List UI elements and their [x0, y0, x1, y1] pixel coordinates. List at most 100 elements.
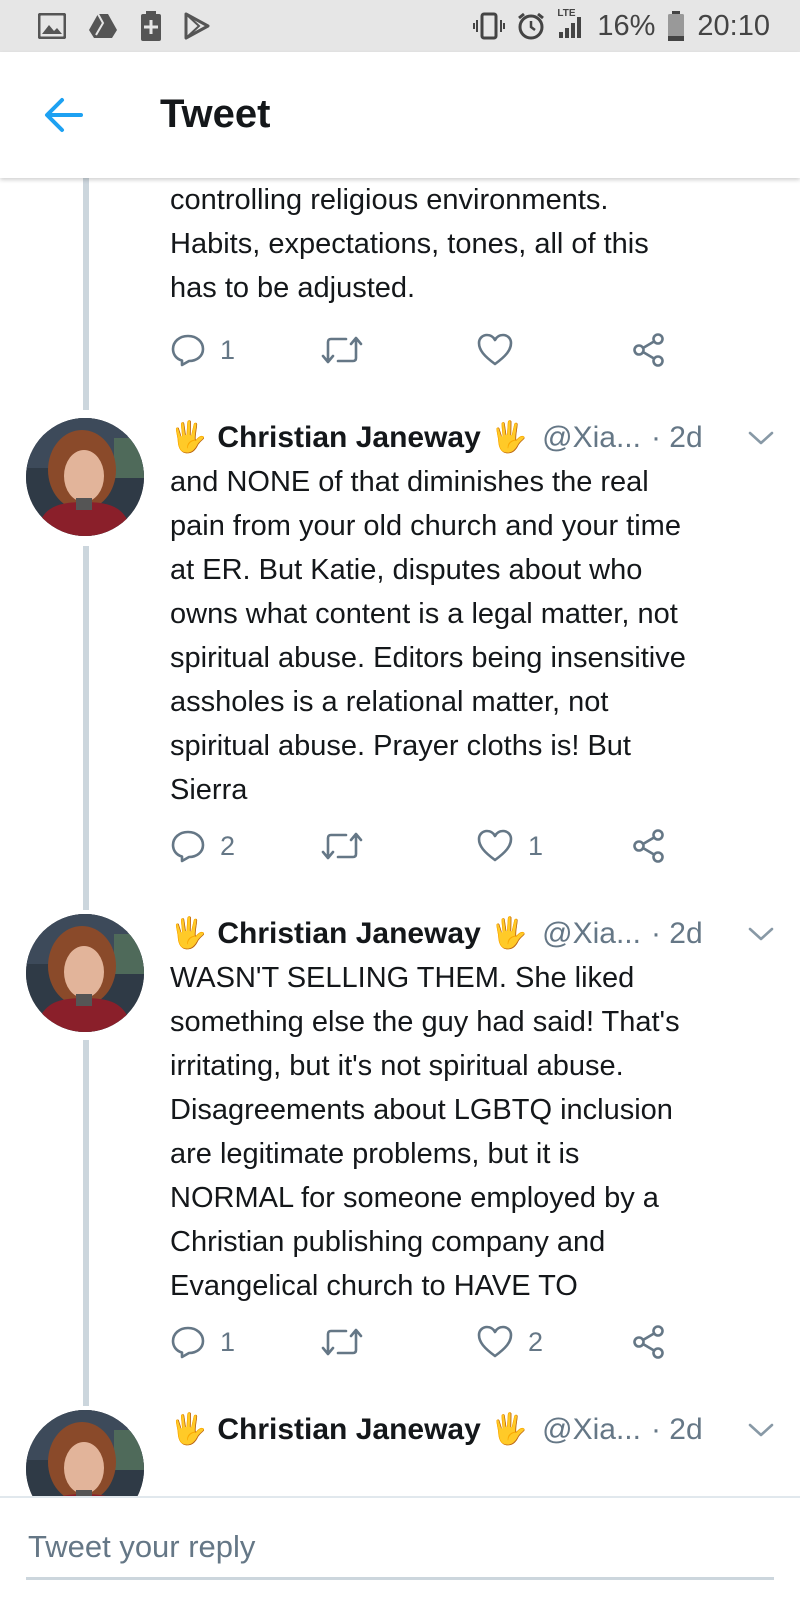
- share-icon: [633, 333, 664, 367]
- vulcan-salute-emoji: 🖐: [170, 917, 208, 950]
- tweet-body: WASN'T SELLING THEM. She liked something…: [170, 956, 780, 1308]
- vulcan-salute-emoji: 🖐: [490, 1413, 529, 1446]
- tweet-text-line: Disagreements about LGBTQ inclusion: [170, 1094, 673, 1126]
- vulcan-salute-emoji: 🖐: [170, 1413, 208, 1446]
- tweet-text-line: irritating, but it's not spiritual abuse…: [170, 1050, 624, 1082]
- status-bar: LTE 16% 20:10: [0, 0, 800, 52]
- back-arrow-icon: [45, 98, 83, 132]
- thread-line: [83, 1040, 89, 1406]
- share-button[interactable]: [630, 824, 668, 868]
- battery-icon: [667, 11, 685, 41]
- retweet-button[interactable]: [320, 1320, 378, 1364]
- tweet-actions: 2 1: [170, 824, 690, 868]
- tweet-actions: 1: [170, 328, 690, 372]
- alarm-icon: [517, 12, 545, 40]
- share-button[interactable]: [630, 1320, 668, 1364]
- heart-icon: [477, 829, 513, 862]
- reply-bar: [0, 1496, 800, 1600]
- tweet-text-line: owns what content is a legal matter, not: [170, 598, 678, 630]
- retweet-button[interactable]: [320, 824, 378, 868]
- like-button[interactable]: [476, 328, 528, 372]
- share-button[interactable]: [630, 328, 668, 372]
- retweet-button[interactable]: [320, 328, 378, 372]
- retweet-icon: [321, 336, 363, 364]
- clock: 20:10: [697, 9, 770, 42]
- display-name[interactable]: Christian Janeway: [217, 917, 480, 951]
- tweet-header: 🖐 Christian Janeway 🖐 @Xia... · 2d: [170, 416, 703, 460]
- reply-button[interactable]: 1: [170, 1320, 235, 1364]
- back-button[interactable]: [36, 88, 90, 142]
- display-name[interactable]: Christian Janeway: [217, 1413, 480, 1447]
- display-name[interactable]: Christian Janeway: [217, 421, 480, 455]
- like-button[interactable]: 1: [476, 824, 543, 868]
- chevron-down-icon: [748, 431, 774, 445]
- heart-icon: [477, 333, 513, 366]
- retweet-icon: [321, 832, 363, 860]
- reply-icon: [171, 334, 205, 367]
- play-store-icon: [184, 12, 210, 40]
- reply-icon: [171, 1326, 205, 1359]
- user-handle[interactable]: @Xia...: [542, 917, 641, 951]
- page-title: Tweet: [160, 92, 271, 136]
- heart-icon: [477, 1325, 513, 1358]
- reply-button[interactable]: 1: [170, 328, 235, 372]
- reply-input[interactable]: [26, 1516, 774, 1580]
- tweet-text-line: has to be adjusted.: [170, 272, 416, 304]
- tweet-text-line: controlling religious environments.: [170, 184, 609, 216]
- tweet-header: 🖐 Christian Janeway 🖐 @Xia... · 2d: [170, 912, 703, 956]
- tweet-text-line: NORMAL for someone employed by a: [170, 1182, 659, 1214]
- vulcan-salute-emoji: 🖐: [490, 421, 529, 454]
- tweet-timestamp[interactable]: · 2d: [651, 421, 703, 455]
- thread-line: [83, 546, 89, 910]
- image-icon: [38, 13, 66, 39]
- tweet-timestamp[interactable]: · 2d: [651, 917, 703, 951]
- reply-count: 1: [220, 1326, 236, 1357]
- tweet-header: 🖐 Christian Janeway 🖐 @Xia... · 2d: [170, 1408, 703, 1452]
- thread-line: [83, 178, 89, 410]
- tweet-text-line: WASN'T SELLING THEM. She liked: [170, 962, 635, 994]
- avatar[interactable]: [26, 418, 144, 536]
- like-button[interactable]: 2: [476, 1320, 543, 1364]
- like-count: 1: [528, 830, 544, 861]
- tweet-text-line: Christian publishing company and: [170, 1226, 606, 1258]
- user-handle[interactable]: @Xia...: [542, 1413, 641, 1447]
- tweet-text-line: Habits, expectations, tones, all of this: [170, 228, 649, 260]
- signal-icon: LTE: [557, 8, 585, 40]
- tweet-text-line: assholes is a relational matter, not: [170, 686, 609, 718]
- battery-saver-icon: [140, 11, 162, 41]
- tweet-body: and NONE of that diminishes the real pai…: [170, 460, 780, 812]
- avatar[interactable]: [26, 1410, 144, 1496]
- reply-icon: [171, 830, 205, 863]
- tweet-text-line: spiritual abuse. Editors being insensiti…: [170, 642, 686, 674]
- retweet-icon: [321, 1328, 363, 1356]
- tweet-thread: controlling religious environments. Habi…: [0, 178, 800, 1496]
- more-options-button[interactable]: [746, 1415, 776, 1445]
- chevron-down-icon: [748, 1423, 774, 1437]
- vulcan-salute-emoji: 🖐: [490, 917, 529, 950]
- share-icon: [633, 829, 664, 863]
- tweet-body: controlling religious environments. Habi…: [170, 178, 780, 310]
- tweet-text-line: at ER. But Katie, disputes about who: [170, 554, 643, 586]
- tweet-text-line: Sierra: [170, 774, 248, 806]
- user-handle[interactable]: @Xia...: [542, 421, 641, 455]
- tweet-text-line: something else the guy had said! That's: [170, 1006, 680, 1038]
- tweet-text-line: spiritual abuse. Prayer cloths is! But: [170, 730, 631, 762]
- reply-count: 1: [220, 334, 236, 365]
- tweet-text-line: and NONE of that diminishes the real: [170, 466, 649, 498]
- vibrate-icon: [473, 12, 506, 40]
- share-icon: [633, 1325, 664, 1359]
- status-notification-icons: [38, 10, 210, 42]
- drive-icon: [88, 13, 118, 39]
- tweet-actions: 1 2: [170, 1320, 690, 1364]
- tweet-text-line: Evangelical church to HAVE TO: [170, 1270, 578, 1302]
- chevron-down-icon: [748, 927, 774, 941]
- tweet-text-line: pain from your old church and your time: [170, 510, 681, 542]
- tweet-timestamp[interactable]: · 2d: [651, 1413, 703, 1447]
- status-system-icons: LTE 16% 20:10: [473, 8, 770, 44]
- more-options-button[interactable]: [746, 423, 776, 453]
- avatar[interactable]: [26, 914, 144, 1032]
- reply-button[interactable]: 2: [170, 824, 235, 868]
- reply-count: 2: [220, 830, 236, 861]
- more-options-button[interactable]: [746, 919, 776, 949]
- tweet-text-line: are legitimate problems, but it is: [170, 1138, 580, 1170]
